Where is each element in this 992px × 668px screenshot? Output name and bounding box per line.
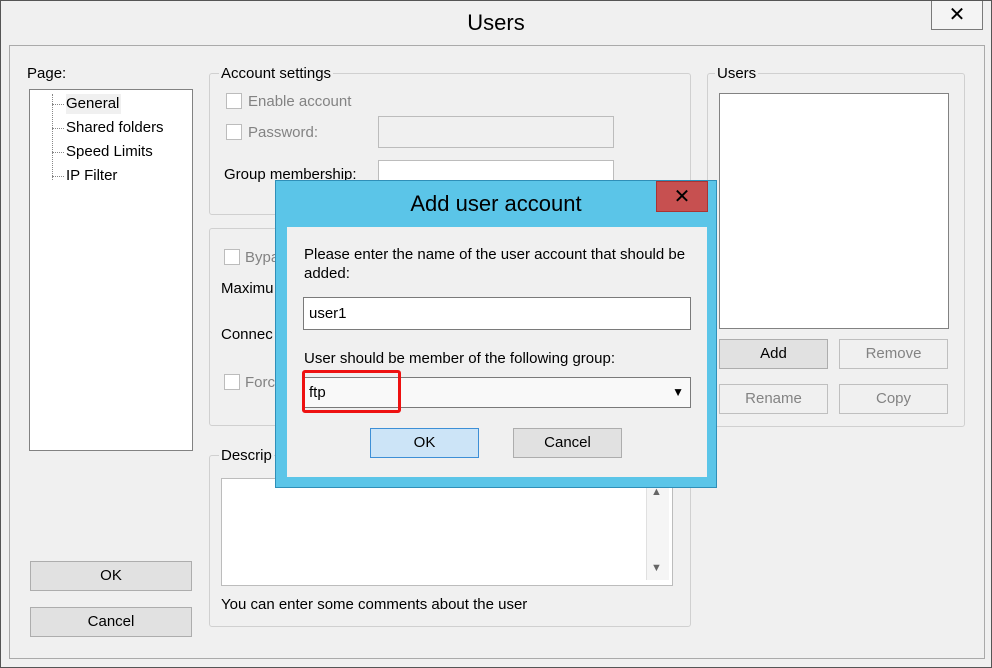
rename-user-button[interactable]: Rename <box>719 384 828 414</box>
description-label: Descrip <box>219 447 274 465</box>
username-input[interactable]: user1 <box>303 297 691 330</box>
users-label: Users <box>715 65 759 83</box>
remove-user-button[interactable]: Remove <box>839 339 948 369</box>
group-prompt: User should be member of the following g… <box>304 350 616 367</box>
add-user-dialog: Add user account ✕ Please enter the name… <box>275 180 717 488</box>
chevron-down-icon: ▼ <box>672 385 684 399</box>
window-title: Users <box>1 1 991 45</box>
group-highlight-box <box>302 370 401 413</box>
connections-label: Connec <box>221 326 273 343</box>
scroll-down-icon[interactable]: ▼ <box>651 562 662 574</box>
dialog-cancel-button[interactable]: Cancel <box>513 428 622 458</box>
window-close-button[interactable]: ✕ <box>931 1 983 30</box>
close-icon: ✕ <box>948 4 966 26</box>
tree-item-general[interactable]: General <box>66 94 122 114</box>
page-label: Page: <box>27 65 67 82</box>
main-ok-button[interactable]: OK <box>30 561 192 591</box>
copy-user-button[interactable]: Copy <box>839 384 948 414</box>
password-checkbox[interactable] <box>226 124 242 140</box>
main-cancel-button[interactable]: Cancel <box>30 607 192 637</box>
dialog-ok-button[interactable]: OK <box>370 428 479 458</box>
users-list[interactable] <box>719 93 949 329</box>
description-hint: You can enter some comments about the us… <box>221 596 528 613</box>
tree-item-shared-folders[interactable]: Shared folders <box>66 118 164 138</box>
force-label: Forc <box>245 374 275 391</box>
maximum-label: Maximu <box>221 280 274 297</box>
add-user-button[interactable]: Add <box>719 339 828 369</box>
dialog-client-area: Please enter the name of the user accoun… <box>287 227 707 477</box>
enable-account-checkbox[interactable] <box>226 93 242 109</box>
username-prompt: Please enter the name of the user accoun… <box>304 246 686 282</box>
close-icon: ✕ <box>673 186 691 208</box>
description-textarea[interactable] <box>221 478 673 586</box>
force-checkbox[interactable] <box>224 374 240 390</box>
dialog-close-button[interactable]: ✕ <box>656 181 708 212</box>
tree-item-speed-limits[interactable]: Speed Limits <box>66 142 153 162</box>
description-scrollbar[interactable]: ▲ ▼ <box>646 484 669 580</box>
account-settings-label: Account settings <box>219 65 334 83</box>
enable-account-label: Enable account <box>248 93 352 110</box>
tree-item-ip-filter[interactable]: IP Filter <box>66 166 117 186</box>
page-tree: General Shared folders Speed Limits IP F… <box>29 89 193 451</box>
bypass-checkbox[interactable] <box>224 249 240 265</box>
password-field[interactable] <box>378 116 614 148</box>
password-label: Password: <box>248 124 319 141</box>
dialog-title: Add user account <box>410 191 582 216</box>
